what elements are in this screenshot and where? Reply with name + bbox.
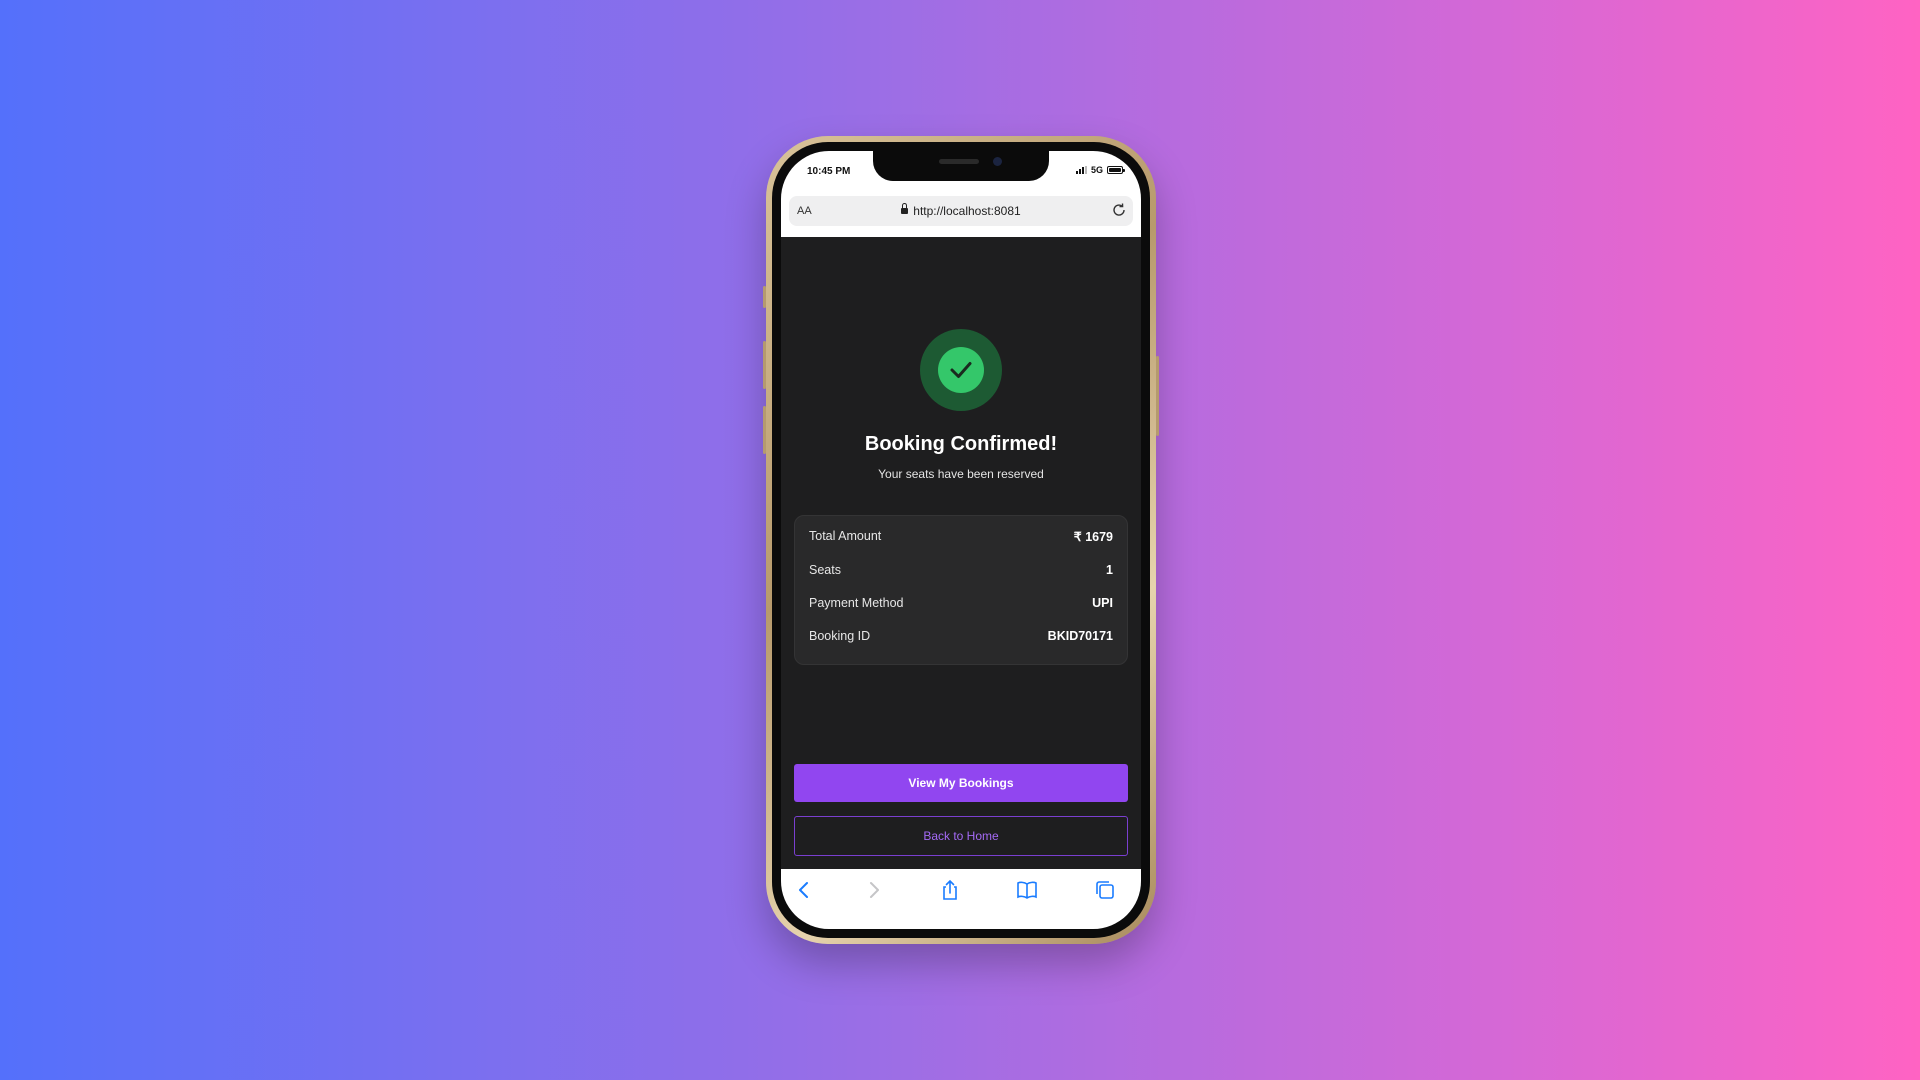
page-content: Booking Confirmed! Your seats have been … bbox=[781, 237, 1141, 869]
volume-up-button bbox=[763, 341, 766, 389]
lock-icon bbox=[901, 202, 909, 214]
tabs-icon[interactable] bbox=[1094, 879, 1116, 901]
battery-icon bbox=[1107, 166, 1125, 174]
summary-row-seats: Seats 1 bbox=[809, 563, 1113, 583]
page-title: Booking Confirmed! bbox=[864, 433, 1058, 455]
summary-row-total-amount: Total Amount ₹ 1679 bbox=[809, 529, 1113, 549]
mute-switch bbox=[763, 286, 766, 308]
volume-down-button bbox=[763, 406, 766, 454]
summary-row-payment-method: Payment Method UPI bbox=[809, 596, 1113, 616]
status-bar: 10:45 PM 5G bbox=[781, 151, 1141, 193]
url-display[interactable]: http://localhost:8081 bbox=[789, 202, 1133, 218]
share-icon[interactable] bbox=[939, 879, 961, 901]
power-button bbox=[1156, 356, 1159, 436]
notch bbox=[873, 151, 1049, 181]
summary-value: 1 bbox=[1106, 563, 1113, 577]
signal-icon bbox=[1075, 166, 1087, 174]
summary-label: Payment Method bbox=[809, 596, 904, 610]
network-label: 5G bbox=[1090, 165, 1103, 175]
summary-value: ₹ 1679 bbox=[1073, 530, 1113, 544]
forward-icon[interactable] bbox=[863, 879, 885, 901]
back-icon[interactable] bbox=[793, 879, 815, 901]
browser-address-area: AA http://localhost:8081 bbox=[781, 193, 1141, 237]
status-indicators: 5G bbox=[1075, 165, 1125, 175]
summary-value: UPI bbox=[1092, 596, 1113, 610]
summary-label: Booking ID bbox=[809, 629, 871, 643]
phone-frame: 10:45 PM 5G AA http://localhost:8081 Boo… bbox=[763, 136, 1159, 944]
summary-label: Seats bbox=[809, 563, 841, 577]
summary-value: BKID70171 bbox=[1047, 629, 1113, 643]
address-bar[interactable]: AA http://localhost:8081 bbox=[789, 196, 1133, 226]
bookmarks-icon[interactable] bbox=[1016, 879, 1038, 901]
summary-row-booking-id: Booking ID BKID70171 bbox=[809, 629, 1113, 649]
back-to-home-button[interactable]: Back to Home bbox=[794, 816, 1128, 856]
speaker-grille bbox=[939, 159, 979, 164]
view-my-bookings-button[interactable]: View My Bookings bbox=[794, 764, 1128, 802]
status-time: 10:45 PM bbox=[807, 166, 851, 177]
checkmark-icon bbox=[950, 362, 972, 378]
reload-icon[interactable] bbox=[1111, 202, 1127, 218]
front-camera bbox=[993, 157, 1002, 166]
phone-screen: 10:45 PM 5G AA http://localhost:8081 Boo… bbox=[781, 151, 1141, 929]
summary-label: Total Amount bbox=[809, 529, 882, 543]
url-text: http://localhost:8081 bbox=[913, 204, 1021, 218]
booking-summary-card: Total Amount ₹ 1679 Seats 1 Payment Meth… bbox=[794, 515, 1128, 665]
success-badge bbox=[920, 329, 1002, 411]
page-subtitle: Your seats have been reserved bbox=[878, 467, 1044, 481]
browser-toolbar bbox=[781, 869, 1141, 929]
